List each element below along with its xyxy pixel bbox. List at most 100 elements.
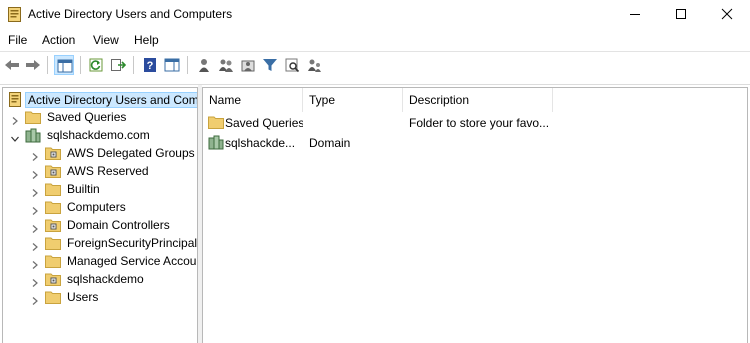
filter-button[interactable] (260, 55, 280, 75)
tree-node-users[interactable]: Users (3, 289, 197, 307)
list-item[interactable]: Saved Queries Folder to store your favo.… (203, 114, 747, 132)
folder-icon (45, 236, 61, 251)
filter-icon (263, 59, 277, 71)
chevron-right-icon[interactable] (31, 168, 39, 179)
ou-folder-icon (45, 272, 61, 287)
create-user-icon (199, 59, 209, 72)
tree-root[interactable]: Active Directory Users and Com (3, 91, 197, 109)
export-list-icon (111, 59, 126, 71)
tree-root-label: Active Directory Users and Com (25, 92, 197, 108)
folder-icon (45, 254, 61, 269)
chevron-down-icon[interactable] (11, 132, 19, 142)
show-console-tree-button[interactable] (54, 55, 74, 75)
toolbar-separator (47, 56, 48, 74)
help-button[interactable]: ? (140, 55, 160, 75)
chevron-right-icon[interactable] (31, 204, 39, 215)
tree-node-label: sqlshackdemo.com (47, 128, 150, 142)
tree-node-label: ForeignSecurityPrincipals (67, 236, 198, 250)
chevron-right-icon[interactable] (31, 276, 39, 287)
create-user-button[interactable] (194, 55, 214, 75)
create-group-button[interactable] (216, 55, 236, 75)
create-ou-icon (241, 60, 255, 72)
chevron-right-icon[interactable] (31, 240, 39, 251)
show-action-pane-button[interactable] (162, 55, 182, 75)
refresh-button[interactable] (86, 55, 106, 75)
folder-icon (208, 115, 224, 130)
tree-node-label: AWS Reserved (67, 164, 149, 178)
tree-node-aws-delegated-groups[interactable]: AWS Delegated Groups (3, 145, 197, 163)
close-button[interactable] (704, 0, 750, 29)
tree-node-managed-service-accounts[interactable]: Managed Service Accour (3, 253, 198, 271)
export-list-button[interactable] (108, 55, 128, 75)
chevron-right-icon[interactable] (31, 222, 39, 233)
tree-node-label: Builtin (67, 182, 100, 196)
show-hide-action-pane-icon (164, 58, 180, 72)
column-header-type[interactable]: Type (303, 88, 403, 112)
forward-arrow-icon (26, 60, 40, 70)
minimize-icon (630, 14, 640, 15)
menu-bar: File Action View Help (0, 29, 750, 51)
result-list[interactable]: Name Type Description Saved Queries Fold… (202, 87, 748, 343)
chevron-right-icon[interactable] (31, 186, 39, 197)
list-item-name: Saved Queries (225, 116, 303, 130)
forward-button[interactable] (23, 55, 43, 75)
minimize-button[interactable] (612, 0, 658, 29)
add-to-group-button[interactable] (304, 55, 324, 75)
menu-help[interactable]: Help (134, 32, 159, 48)
folder-icon (45, 182, 61, 197)
title-bar: Active Directory Users and Computers (0, 0, 750, 29)
ou-folder-icon (45, 218, 61, 233)
column-header-description[interactable]: Description (403, 88, 553, 112)
tree-node-builtin[interactable]: Builtin (3, 181, 197, 199)
folder-icon (25, 110, 41, 125)
folder-icon (45, 290, 61, 305)
console-tree[interactable]: Active Directory Users and Com Saved Que… (2, 87, 198, 343)
tree-node-label: sqlshackdemo (67, 272, 144, 286)
add-to-group-icon (308, 59, 321, 72)
chevron-right-icon[interactable] (31, 150, 39, 161)
tree-node-domain-controllers[interactable]: Domain Controllers (3, 217, 197, 235)
create-ou-button[interactable] (238, 55, 258, 75)
maximize-button[interactable] (658, 0, 704, 29)
chevron-right-icon[interactable] (11, 114, 19, 125)
menu-action[interactable]: Action (42, 32, 75, 48)
menu-file[interactable]: File (8, 32, 27, 48)
domain-icon (208, 135, 224, 150)
list-item-description: Folder to store your favo... (409, 116, 550, 130)
menu-view[interactable]: View (93, 32, 119, 48)
back-button[interactable] (2, 55, 22, 75)
list-header: Name Type Description (203, 88, 747, 112)
list-item-type: Domain (309, 136, 351, 150)
list-item[interactable]: sqlshackde... Domain (203, 134, 747, 152)
column-header-name[interactable]: Name (203, 88, 303, 112)
show-hide-console-tree-icon (57, 59, 73, 73)
chevron-right-icon[interactable] (31, 294, 39, 305)
find-button[interactable] (282, 55, 302, 75)
tree-node-label: Domain Controllers (67, 218, 170, 232)
tree-node-saved-queries[interactable]: Saved Queries (3, 109, 197, 127)
refresh-icon (89, 58, 103, 72)
tree-node-label: Managed Service Accour (67, 254, 198, 268)
tree-node-sqlshackdemo[interactable]: sqlshackdemo (3, 271, 197, 289)
create-group-icon (219, 59, 233, 72)
list-item-name: sqlshackde... (225, 136, 296, 150)
close-icon (721, 8, 733, 20)
ad-snapin-icon (8, 92, 24, 107)
back-arrow-icon (5, 60, 19, 70)
chevron-right-icon[interactable] (31, 258, 39, 269)
tree-node-domain[interactable]: sqlshackdemo.com (3, 127, 197, 145)
toolbar-separator (133, 56, 134, 74)
toolbar-separator (187, 56, 188, 74)
toolbar: ? (0, 51, 750, 78)
ou-folder-icon (45, 146, 61, 161)
tree-node-label: Users (67, 290, 99, 304)
svg-text:?: ? (147, 60, 154, 72)
domain-icon (25, 128, 41, 143)
main-content: Active Directory Users and Com Saved Que… (0, 84, 750, 343)
tree-node-aws-reserved[interactable]: AWS Reserved (3, 163, 197, 181)
tree-node-foreign-security-principals[interactable]: ForeignSecurityPrincipals (3, 235, 198, 253)
toolbar-separator (80, 56, 81, 74)
window-title: Active Directory Users and Computers (28, 7, 233, 21)
tree-node-computers[interactable]: Computers (3, 199, 197, 217)
tree-node-label: AWS Delegated Groups (67, 146, 195, 160)
